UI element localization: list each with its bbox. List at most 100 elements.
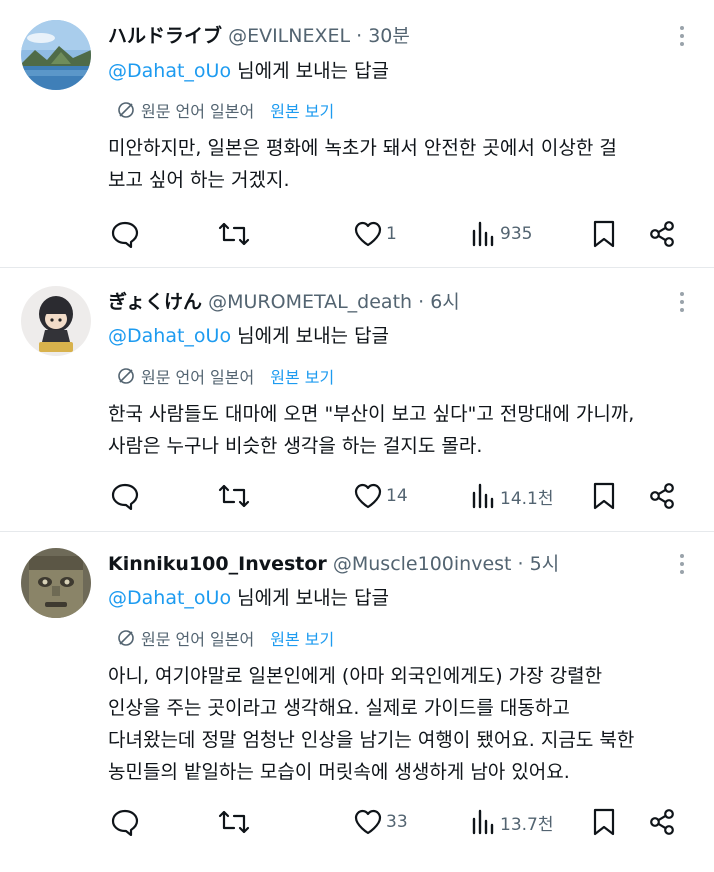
retweet-icon xyxy=(218,482,250,510)
share-button[interactable] xyxy=(648,480,676,512)
separator-dot: · xyxy=(418,291,425,313)
bookmark-button[interactable] xyxy=(592,806,616,838)
retweet-button[interactable] xyxy=(218,218,250,250)
view-count: 14.1천 xyxy=(500,488,554,509)
avatar[interactable] xyxy=(21,286,91,356)
translate-icon xyxy=(117,367,135,385)
more-icon[interactable] xyxy=(680,292,686,316)
retweet-button[interactable] xyxy=(218,480,250,512)
more-icon[interactable] xyxy=(680,26,686,50)
reply-context: @Dahat_oUo 님에게 보내는 답글 xyxy=(108,56,389,83)
tweet-text-line: 농민들의 밭일하는 모습이 머릿속에 생생하게 남아 있어요. xyxy=(108,761,570,783)
tweet-text: 아니, 여기야말로 일본인에게 (아마 외국인에게도) 가장 강렬한 인상을 주… xyxy=(108,660,686,788)
bookmark-icon xyxy=(592,482,616,510)
tweet-header: ハルドライブ @EVILNEXEL · 30분 xyxy=(108,21,410,48)
tweet-text-line: 다녀왔는데 정말 엄청난 인상을 남기는 여행이 됐어요. 지금도 북한 xyxy=(108,729,635,751)
view-count: 13.7천 xyxy=(500,814,554,835)
timestamp[interactable]: 6시 xyxy=(430,291,460,313)
user-handle[interactable]: @Muscle100invest xyxy=(333,553,512,575)
bookmark-icon xyxy=(592,220,616,248)
reply-suffix: 님에게 보내는 답글 xyxy=(231,60,390,82)
separator-dot: · xyxy=(517,553,524,575)
like-count: 1 xyxy=(386,224,397,244)
bookmark-icon xyxy=(592,808,616,836)
tweet-text: 미안하지만, 일본은 평화에 녹초가 돼서 안전한 곳에서 이상한 걸 보고 싶… xyxy=(108,132,686,196)
user-handle[interactable]: @MUROMETAL_death xyxy=(208,291,412,313)
share-icon xyxy=(648,482,676,510)
reply-icon xyxy=(110,220,140,248)
show-original-link[interactable]: 원본 보기 xyxy=(270,98,334,122)
tweet[interactable]: Kinniku100_Investor @Muscle100invest · 5… xyxy=(0,532,714,872)
retweet-icon xyxy=(218,220,250,248)
tweet-text: 한국 사람들도 대마에 오면 "부산이 보고 싶다"고 전망대에 가니까, 사람… xyxy=(108,398,686,462)
views-button[interactable]: 13.7천 xyxy=(470,806,554,838)
share-icon xyxy=(648,220,676,248)
tweet[interactable]: ぎょくけん @MUROMETAL_death · 6시 @Dahat_oUo 님… xyxy=(0,268,714,532)
tweet-header: ぎょくけん @MUROMETAL_death · 6시 xyxy=(108,287,460,314)
mention-link[interactable]: @Dahat_oUo xyxy=(108,325,231,347)
reply-button[interactable] xyxy=(110,806,140,838)
views-button[interactable]: 935 xyxy=(470,218,532,250)
timestamp[interactable]: 5시 xyxy=(530,553,560,575)
like-button[interactable]: 1 xyxy=(354,218,397,250)
translation-language: 원문 언어 일본어 xyxy=(141,102,255,121)
tweet-text-line: 미안하지만, 일본은 평화에 녹초가 돼서 안전한 곳에서 이상한 걸 xyxy=(108,137,617,159)
translation-language: 원문 언어 일본어 xyxy=(141,630,255,649)
like-button[interactable]: 14 xyxy=(354,480,408,512)
share-button[interactable] xyxy=(648,806,676,838)
tweet-text-line: 보고 싶어 하는 거겠지. xyxy=(108,169,290,191)
views-icon xyxy=(470,809,496,835)
more-icon[interactable] xyxy=(680,554,686,578)
tweet[interactable]: ハルドライブ @EVILNEXEL · 30분 @Dahat_oUo 님에게 보… xyxy=(0,0,714,268)
timestamp[interactable]: 30분 xyxy=(368,25,410,47)
retweet-button[interactable] xyxy=(218,806,250,838)
share-button[interactable] xyxy=(648,218,676,250)
views-icon xyxy=(470,221,496,247)
reply-context: @Dahat_oUo 님에게 보내는 답글 xyxy=(108,583,389,610)
translate-icon xyxy=(117,101,135,119)
translate-icon xyxy=(117,629,135,647)
views-button[interactable]: 14.1천 xyxy=(470,480,554,512)
bookmark-button[interactable] xyxy=(592,218,616,250)
user-handle[interactable]: @EVILNEXEL xyxy=(228,25,350,47)
translation-language: 원문 언어 일본어 xyxy=(141,368,255,387)
reply-icon xyxy=(110,808,140,836)
like-count: 14 xyxy=(386,486,408,506)
tweet-text-line: 인상을 주는 곳이라고 생각해요. 실제로 가이드를 대동하고 xyxy=(108,697,570,719)
avatar[interactable] xyxy=(21,548,91,618)
show-original-link[interactable]: 원본 보기 xyxy=(270,364,334,388)
like-icon xyxy=(354,809,382,835)
action-bar: 33 13.7천 xyxy=(108,806,690,838)
tweet-header: Kinniku100_Investor @Muscle100invest · 5… xyxy=(108,549,559,576)
display-name[interactable]: ぎょくけん xyxy=(108,291,202,313)
like-icon xyxy=(354,483,382,509)
avatar[interactable] xyxy=(21,20,91,90)
bookmark-button[interactable] xyxy=(592,480,616,512)
like-button[interactable]: 33 xyxy=(354,806,408,838)
separator-dot: · xyxy=(356,25,363,47)
translation-bar: 원문 언어 일본어 원본 보기 xyxy=(117,98,334,122)
reply-button[interactable] xyxy=(110,218,140,250)
reply-context: @Dahat_oUo 님에게 보내는 답글 xyxy=(108,321,389,348)
translation-bar: 원문 언어 일본어 원본 보기 xyxy=(117,626,334,650)
tweet-text-line: 한국 사람들도 대마에 오면 "부산이 보고 싶다"고 전망대에 가니까, xyxy=(108,403,635,425)
view-count: 935 xyxy=(500,224,533,244)
translation-bar: 원문 언어 일본어 원본 보기 xyxy=(117,364,334,388)
like-icon xyxy=(354,221,382,247)
tweet-text-line: 아니, 여기야말로 일본인에게 (아마 외국인에게도) 가장 강렬한 xyxy=(108,665,603,687)
retweet-icon xyxy=(218,808,250,836)
share-icon xyxy=(648,808,676,836)
display-name[interactable]: ハルドライブ xyxy=(108,25,222,47)
reply-suffix: 님에게 보내는 답글 xyxy=(231,587,390,609)
like-count: 33 xyxy=(386,812,408,832)
display-name[interactable]: Kinniku100_Investor xyxy=(108,553,327,575)
show-original-link[interactable]: 원본 보기 xyxy=(270,626,334,650)
views-icon xyxy=(470,483,496,509)
reply-icon xyxy=(110,482,140,510)
mention-link[interactable]: @Dahat_oUo xyxy=(108,60,231,82)
action-bar: 14 14.1천 xyxy=(108,480,690,512)
reply-suffix: 님에게 보내는 답글 xyxy=(231,325,390,347)
reply-button[interactable] xyxy=(110,480,140,512)
action-bar: 1 935 xyxy=(108,218,690,250)
mention-link[interactable]: @Dahat_oUo xyxy=(108,587,231,609)
